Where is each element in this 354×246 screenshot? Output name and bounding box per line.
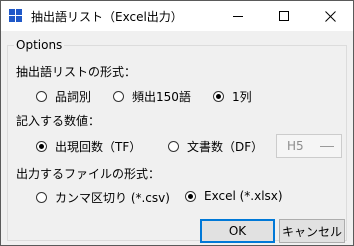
- radio-label: 出現回数（TF）: [55, 140, 142, 154]
- radio-value-df[interactable]: 文書数（DF）: [168, 138, 263, 155]
- dialog-window: 抽出語リスト（Excel出力） Options 抽出語リストの形式： 品詞別 頻…: [0, 0, 354, 246]
- radio-format-top150[interactable]: 頻出150語: [113, 88, 191, 105]
- ok-button[interactable]: OK: [200, 219, 275, 243]
- radio-button-checked[interactable]: [185, 190, 196, 202]
- close-button[interactable]: [307, 1, 353, 31]
- minimize-icon: [233, 15, 243, 17]
- dropdown-arrow-icon: [320, 146, 334, 147]
- radio-label: 頻出150語: [132, 90, 191, 104]
- file-section-label: 出力するファイルの形式：: [16, 167, 161, 181]
- title-bar[interactable]: 抽出語リスト（Excel出力）: [1, 1, 353, 31]
- value-section-label: 記入する数値：: [16, 114, 101, 128]
- unit-select-value: H5: [287, 139, 304, 153]
- maximize-button[interactable]: [261, 1, 307, 31]
- radio-format-pos[interactable]: 品詞別: [36, 88, 91, 105]
- radio-label: カンマ区切り (*.csv): [55, 191, 170, 205]
- format-section-label: 抽出語リストの形式：: [16, 65, 137, 79]
- unit-select[interactable]: H5: [276, 134, 342, 158]
- window-title: 抽出語リスト（Excel出力）: [31, 10, 183, 24]
- radio-file-xlsx[interactable]: Excel (*.xlsx): [185, 189, 283, 203]
- options-legend: Options: [14, 38, 65, 52]
- radio-value-tf[interactable]: 出現回数（TF）: [36, 138, 141, 155]
- radio-button-checked[interactable]: [36, 141, 47, 152]
- radio-button[interactable]: [36, 91, 47, 102]
- radio-label: Excel (*.xlsx): [204, 189, 283, 203]
- radio-label: 1列: [232, 90, 252, 104]
- minimize-button[interactable]: [215, 1, 261, 31]
- radio-label: 品詞別: [55, 90, 92, 104]
- radio-button-checked[interactable]: [213, 91, 224, 102]
- radio-label: 文書数（DF）: [187, 140, 264, 154]
- radio-button[interactable]: [168, 141, 179, 152]
- cancel-button[interactable]: キャンセル: [279, 219, 345, 243]
- radio-format-onecol[interactable]: 1列: [213, 88, 252, 105]
- close-icon: [324, 10, 336, 22]
- radio-button[interactable]: [36, 192, 47, 203]
- maximize-icon: [279, 11, 289, 21]
- radio-button[interactable]: [113, 91, 124, 102]
- app-grid-icon: [9, 9, 23, 23]
- radio-file-csv[interactable]: カンマ区切り (*.csv): [36, 189, 170, 206]
